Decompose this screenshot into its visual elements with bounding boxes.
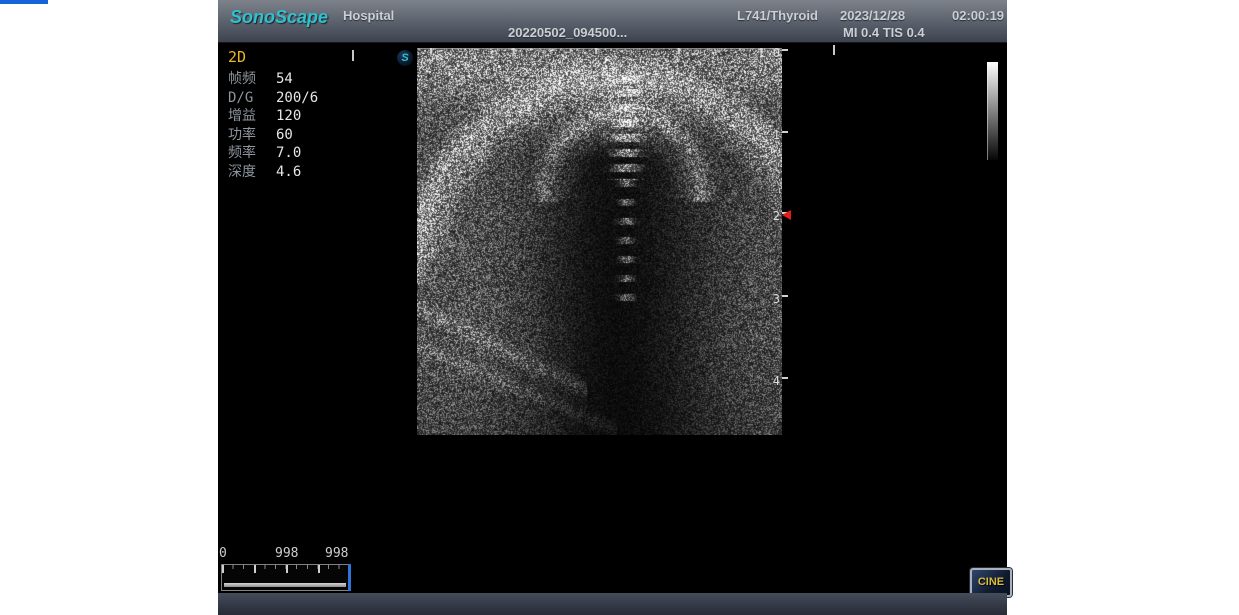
system-time: 02:00:19	[952, 8, 1004, 23]
cine-scrubber[interactable]: 0 998 998	[219, 546, 359, 592]
system-date: 2023/12/28	[840, 8, 905, 23]
depth-tick-3: 3	[762, 293, 788, 307]
param-depth: 深度4.6	[228, 163, 318, 182]
window-selection-strip	[0, 0, 48, 4]
sonoscape-logo: SonoScape	[230, 7, 328, 28]
cine-position-handle[interactable]	[348, 564, 351, 591]
mode-label: 2D	[228, 48, 318, 66]
bottom-taskbar: ×	[218, 593, 1007, 615]
param-power: 功率60	[228, 126, 318, 145]
exam-id: 20220502_094500...	[508, 25, 627, 40]
depth-tick-0: 0	[762, 47, 788, 61]
s-badge-icon: S	[397, 50, 413, 66]
ultrasound-app-window: SonoScape Hospital L741/Thyroid 2023/12/…	[218, 0, 1007, 615]
cine-total-frames: 998	[325, 546, 348, 561]
param-frame-rate: 帧频54	[228, 70, 318, 89]
cine-track[interactable]	[221, 564, 351, 591]
grayscale-bar	[987, 62, 998, 160]
cine-progress-bar	[224, 583, 346, 587]
top-status-bar: SonoScape Hospital L741/Thyroid 2023/12/…	[218, 0, 1007, 43]
center-marker-tick-icon	[833, 45, 835, 55]
cine-current-frame: 998	[275, 546, 298, 561]
ultrasound-image	[417, 48, 782, 435]
cine-ruler-ticks	[222, 565, 350, 573]
focus-arrow-icon[interactable]	[782, 210, 791, 220]
imaging-parameters-panel: 2D 帧频54 D/G200/6 增益120 功率60 频率7.0 深度4.6	[228, 48, 318, 182]
hospital-name: Hospital	[343, 8, 394, 23]
param-dg: D/G200/6	[228, 89, 318, 108]
depth-tick-1: 1	[762, 129, 788, 143]
depth-tick-4: 4	[762, 375, 788, 389]
param-gain: 增益120	[228, 107, 318, 126]
cine-start-frame: 0	[219, 546, 227, 561]
desktop: SonoScape Hospital L741/Thyroid 2023/12/…	[0, 0, 1239, 615]
param-frequency: 频率7.0	[228, 144, 318, 163]
probe-preset: L741/Thyroid	[737, 8, 818, 23]
mi-tis-values: MI 0.4 TIS 0.4	[843, 25, 925, 40]
orientation-tick-icon	[352, 50, 354, 61]
